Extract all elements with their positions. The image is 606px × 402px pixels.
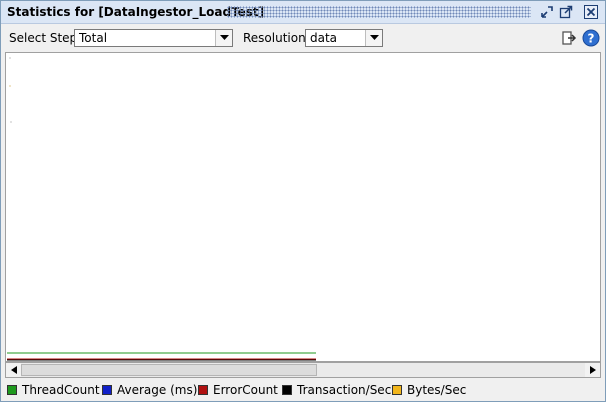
resolution-select-value: data (310, 31, 338, 45)
legend-item-bytes: Bytes/Sec (392, 383, 466, 397)
restore-icon[interactable] (539, 4, 555, 20)
chart-point (9, 57, 11, 59)
chevron-down-icon[interactable] (365, 30, 382, 46)
legend-swatch (198, 385, 208, 395)
legend-item-errorcount: ErrorCount (198, 383, 278, 397)
legend-swatch (102, 385, 112, 395)
legend-label: ErrorCount (213, 383, 278, 397)
legend-swatch (392, 385, 402, 395)
toolbar: Select Step: Total Resolution: data ? (1, 24, 605, 51)
close-icon[interactable] (583, 4, 599, 20)
chart-point (9, 85, 11, 87)
horizontal-scrollbar[interactable] (5, 362, 601, 378)
legend-label: Average (ms) (117, 383, 198, 397)
title-bar: Statistics for [DataIngestor_LoadTest] (1, 1, 605, 24)
legend-item-transaction: Transaction/Sec (282, 383, 391, 397)
select-step-label: Select Step: (9, 31, 82, 45)
legend-swatch (282, 385, 292, 395)
legend-item-average: Average (ms) (102, 383, 197, 397)
legend-label: Transaction/Sec (297, 383, 392, 397)
statistics-window: Statistics for [DataIngestor_LoadTest] S… (0, 0, 606, 402)
step-select-value: Total (79, 31, 108, 45)
resolution-select[interactable]: data (305, 29, 383, 47)
legend-label: ThreadCount (22, 383, 100, 397)
chart-point (10, 121, 12, 123)
legend-item-threadcount: ThreadCount (7, 383, 100, 397)
resolution-label: Resolution: (243, 31, 310, 45)
scrollbar-thumb[interactable] (21, 364, 317, 376)
chart-plot (7, 57, 316, 361)
help-icon[interactable]: ? (582, 29, 600, 47)
scroll-right-icon[interactable] (585, 363, 600, 377)
title-bar-grip (227, 6, 531, 18)
statistics-chart-area[interactable] (5, 52, 601, 362)
export-icon[interactable] (560, 29, 578, 47)
step-select[interactable]: Total (74, 29, 233, 47)
scroll-left-icon[interactable] (6, 363, 21, 377)
window-title: Statistics for [DataIngestor_LoadTest] (7, 5, 265, 19)
legend-swatch (7, 385, 17, 395)
legend-label: Bytes/Sec (407, 383, 467, 397)
maximize-icon[interactable] (558, 4, 574, 20)
svg-text:?: ? (588, 32, 595, 46)
chevron-down-icon[interactable] (215, 30, 232, 46)
chart-legend: ThreadCount Average (ms) ErrorCount Tran… (1, 380, 605, 400)
